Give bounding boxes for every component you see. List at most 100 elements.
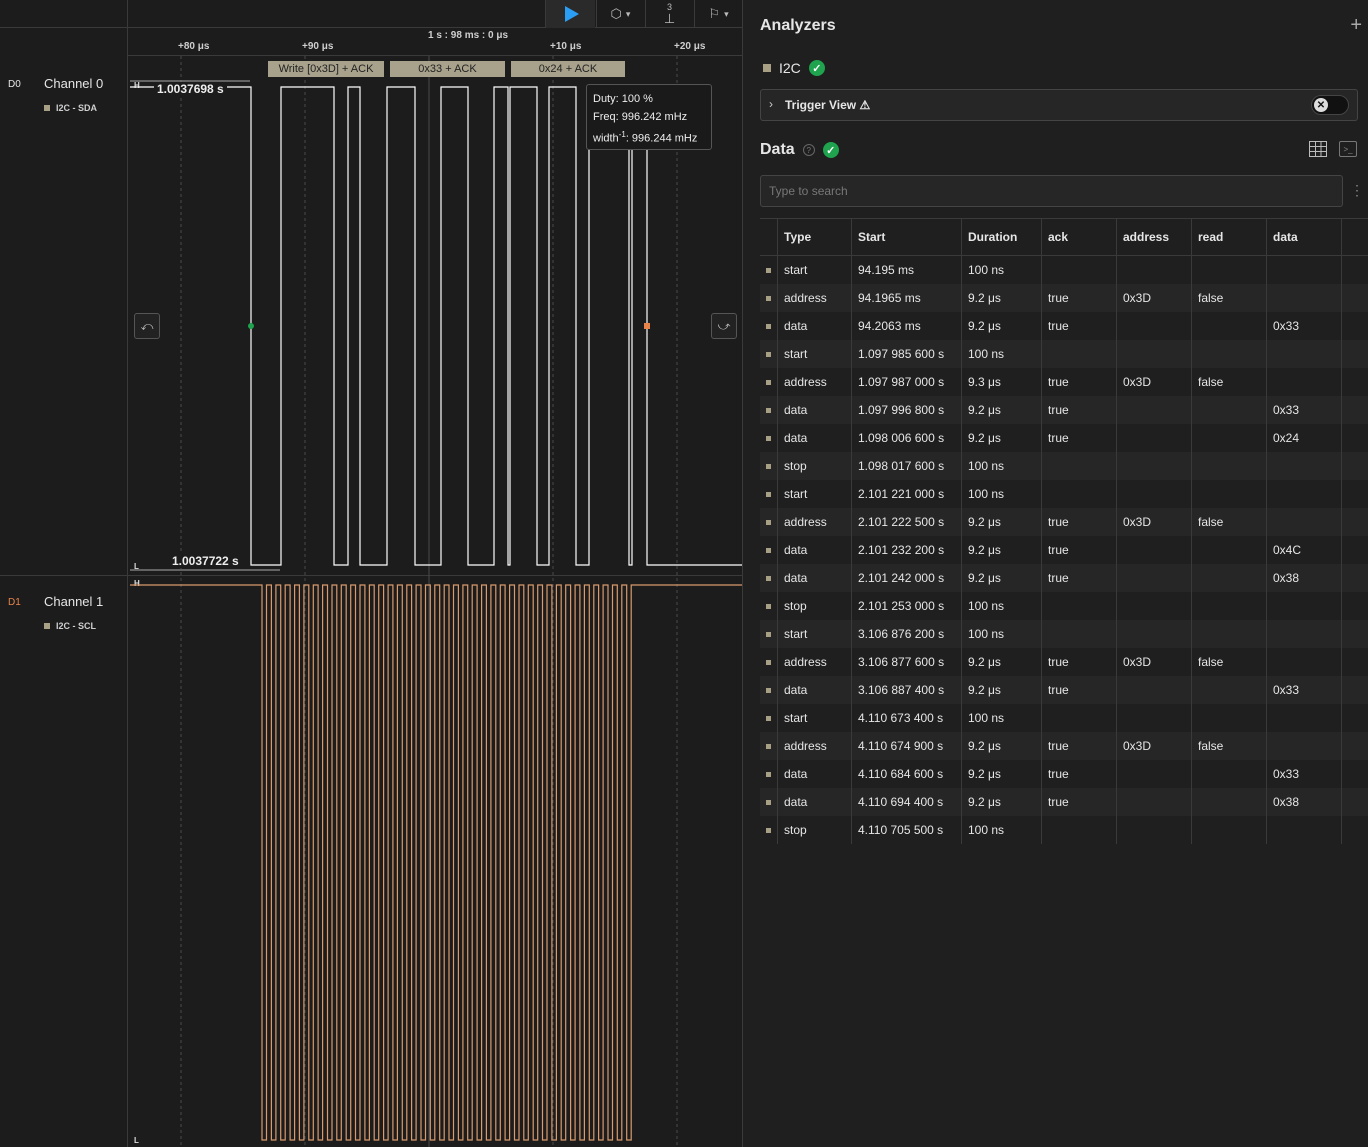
table-cell: 0x3D	[1117, 648, 1192, 676]
table-row[interactable]: start 3.106 876 200 s 100 ns	[760, 620, 1368, 648]
table-cell: true	[1042, 536, 1117, 564]
table-row[interactable]: stop 2.101 253 000 s 100 ns	[760, 592, 1368, 620]
table-cell: 9.2 μs	[962, 676, 1042, 704]
add-analyzer-button[interactable]: +	[1350, 14, 1362, 37]
waveform-canvas[interactable]: H L H L	[0, 0, 742, 1147]
table-row[interactable]: start 2.101 221 000 s 100 ns	[760, 480, 1368, 508]
table-row[interactable]: address 94.1965 ms 9.2 μs true 0x3D false	[760, 284, 1368, 312]
next-edge-button[interactable]: ⤻	[711, 313, 737, 339]
table-cell: start	[778, 256, 852, 284]
edge-marker-falling	[644, 323, 650, 329]
table-row[interactable]: data 2.101 242 000 s 9.2 μs true 0x38	[760, 564, 1368, 592]
table-cell	[1267, 256, 1342, 284]
table-cell: address	[778, 284, 852, 312]
table-row[interactable]: start 94.195 ms 100 ns	[760, 256, 1368, 284]
table-row[interactable]: address 1.097 987 000 s 9.3 μs true 0x3D fals…	[760, 368, 1368, 396]
table-row[interactable]: stop 4.110 705 500 s 100 ns	[760, 816, 1368, 844]
table-cell: true	[1042, 760, 1117, 788]
table-cell: 4.110 694 400 s	[852, 788, 962, 816]
table-cell	[1192, 396, 1267, 424]
table-row[interactable]: data 2.101 232 200 s 9.2 μs true 0x4C	[760, 536, 1368, 564]
table-row[interactable]: address 4.110 674 900 s 9.2 μs true 0x3D fals…	[760, 732, 1368, 760]
column-header[interactable]: ack	[1042, 219, 1117, 255]
table-cell-spacer	[1342, 732, 1368, 760]
terminal-view-icon[interactable]: >_	[1339, 141, 1357, 157]
help-icon[interactable]: ?	[802, 144, 815, 156]
table-cell-spacer	[1342, 424, 1368, 452]
table-row[interactable]: data 4.110 694 400 s 9.2 μs true 0x38	[760, 788, 1368, 816]
chevron-right-icon[interactable]: ›	[769, 97, 773, 111]
table-cell: 0x33	[1267, 396, 1342, 424]
table-cell-spacer	[1342, 564, 1368, 592]
table-cell: 3.106 876 200 s	[852, 620, 962, 648]
column-header[interactable]: data	[1267, 219, 1342, 255]
table-cell: start	[778, 480, 852, 508]
table-cell: 100 ns	[962, 620, 1042, 648]
table-cell: false	[1192, 508, 1267, 536]
column-header[interactable]: Type	[778, 219, 852, 255]
row-marker	[760, 676, 778, 704]
table-cell-spacer	[1342, 340, 1368, 368]
table-row[interactable]: start 1.097 985 600 s 100 ns	[760, 340, 1368, 368]
tooltip-freq: Freq: 996.242 mHz	[593, 111, 688, 123]
trigger-view-label: Trigger View ⚠	[785, 98, 870, 112]
table-cell	[1192, 620, 1267, 648]
protocol-frame[interactable]: Write [0x3D] + ACK	[268, 61, 384, 77]
search-input[interactable]	[760, 175, 1343, 207]
analyzer-item-i2c[interactable]: I2C ✓	[763, 60, 825, 76]
table-cell: 9.2 μs	[962, 536, 1042, 564]
table-row[interactable]: stop 1.098 017 600 s 100 ns	[760, 452, 1368, 480]
table-row[interactable]: data 94.2063 ms 9.2 μs true 0x33	[760, 312, 1368, 340]
table-cell	[1192, 312, 1267, 340]
table-row[interactable]: start 4.110 673 400 s 100 ns	[760, 704, 1368, 732]
app-root: ⬡ ▾ 3 ⊥ ⚐ ▾ 1 s : 98 ms : 0 μs +80 μs +9…	[0, 0, 1368, 1147]
table-cell	[1117, 592, 1192, 620]
table-cell	[1267, 592, 1342, 620]
table-cell-spacer	[1342, 648, 1368, 676]
table-cell	[1267, 648, 1342, 676]
table-cell: 9.2 μs	[962, 424, 1042, 452]
protocol-frame[interactable]: 0x33 + ACK	[390, 61, 505, 77]
waveform-view[interactable]: ⬡ ▾ 3 ⊥ ⚐ ▾ 1 s : 98 ms : 0 μs +80 μs +9…	[0, 0, 742, 1147]
table-row[interactable]: data 1.098 006 600 s 9.2 μs true 0x24	[760, 424, 1368, 452]
table-cell	[1117, 676, 1192, 704]
row-marker	[760, 536, 778, 564]
channel-0-high-marker: H	[134, 81, 140, 90]
table-cell: 100 ns	[962, 256, 1042, 284]
table-cell	[1267, 368, 1342, 396]
table-row[interactable]: address 2.101 222 500 s 9.2 μs true 0x3D fals…	[760, 508, 1368, 536]
table-cell: data	[778, 788, 852, 816]
table-cell: 9.2 μs	[962, 312, 1042, 340]
trigger-view-row[interactable]: › Trigger View ⚠ ✕	[760, 89, 1358, 121]
warning-icon: ⚠	[859, 98, 871, 112]
row-marker	[760, 256, 778, 284]
row-marker	[760, 788, 778, 816]
column-header[interactable]: Start	[852, 219, 962, 255]
column-header[interactable]: address	[1117, 219, 1192, 255]
more-options-icon[interactable]: ⋮	[1350, 182, 1364, 199]
table-cell: 0x33	[1267, 312, 1342, 340]
row-marker	[760, 816, 778, 844]
table-view-icon[interactable]	[1309, 141, 1327, 157]
previous-edge-button[interactable]: ⤺	[134, 313, 160, 339]
table-cell: 9.2 μs	[962, 732, 1042, 760]
table-cell: true	[1042, 732, 1117, 760]
table-cell: 0x38	[1267, 788, 1342, 816]
row-marker	[760, 284, 778, 312]
table-cell	[1192, 816, 1267, 844]
table-cell	[1192, 564, 1267, 592]
table-cell-spacer	[1342, 704, 1368, 732]
table-row[interactable]: data 3.106 887 400 s 9.2 μs true 0x33	[760, 676, 1368, 704]
column-header[interactable]: Duration	[962, 219, 1042, 255]
table-cell	[1117, 424, 1192, 452]
table-row[interactable]: data 4.110 684 600 s 9.2 μs true 0x33	[760, 760, 1368, 788]
table-row[interactable]: data 1.097 996 800 s 9.2 μs true 0x33	[760, 396, 1368, 424]
protocol-frame[interactable]: 0x24 + ACK	[511, 61, 625, 77]
low-width-measurement: 1.0037722 s	[169, 554, 242, 568]
table-cell: 1.098 017 600 s	[852, 452, 962, 480]
table-cell	[1117, 564, 1192, 592]
trigger-view-toggle[interactable]: ✕	[1311, 95, 1349, 115]
column-header[interactable]: read	[1192, 219, 1267, 255]
table-row[interactable]: address 3.106 877 600 s 9.2 μs true 0x3D fals…	[760, 648, 1368, 676]
data-table: Type Start Duration ack address read dat…	[760, 218, 1368, 844]
